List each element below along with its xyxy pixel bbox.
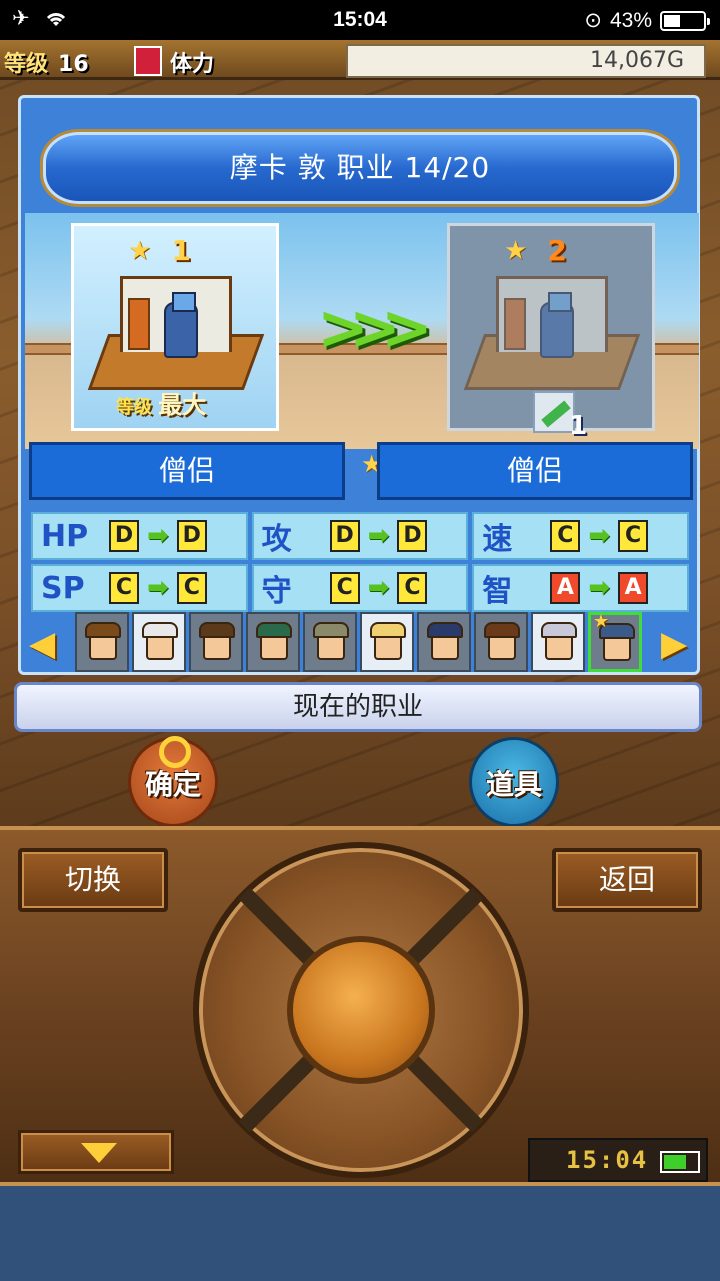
stat-cell: 攻 D ➡ D: [251, 512, 469, 560]
down-triangle-icon: [81, 1143, 117, 1163]
current-level-label: 等级 最大: [116, 391, 207, 419]
left-arrow-icon[interactable]: ◀: [29, 624, 55, 664]
stat-grade-to: C: [176, 572, 207, 604]
stat-label: HP: [41, 518, 89, 554]
stat-label: 速: [482, 522, 513, 557]
stat-cell: 守 C ➡ C: [251, 564, 469, 612]
portrait-hair: [313, 622, 349, 638]
right-arrow-icon: ➡: [147, 573, 169, 603]
next-rank: ★ 2: [504, 234, 567, 267]
character-selector: ◀ ★ ▶: [27, 611, 693, 674]
control-pad: 切换 返回 15:04: [0, 826, 720, 1186]
portrait-hair: [142, 622, 178, 638]
stat-label: 智: [482, 574, 513, 609]
current-job-name: 僧侣: [29, 442, 345, 500]
stat-cell: SP C ➡ C: [31, 564, 248, 612]
stat-label: 守: [261, 574, 292, 609]
battery-percent: 43%: [609, 8, 652, 32]
current-rank: ★ 1: [128, 234, 191, 267]
current-job-button[interactable]: 现在的职业: [14, 682, 702, 732]
right-arrow-icon: ➡: [588, 573, 611, 603]
character-portrait[interactable]: [246, 612, 300, 672]
bottom-area: [0, 1186, 720, 1281]
portrait-list: ★: [75, 611, 642, 672]
right-arrow-icon: ➡: [367, 521, 390, 551]
character-portrait[interactable]: [474, 612, 528, 672]
items-button[interactable]: 道具: [469, 737, 559, 826]
stat-cell: HP D ➡ D: [31, 512, 248, 560]
right-arrow-icon: ➡: [588, 521, 611, 551]
character-portrait[interactable]: [303, 612, 357, 672]
circle-icon: [159, 736, 191, 768]
pad-clock: 15:04: [528, 1138, 708, 1182]
stat-grade-to: C: [618, 520, 649, 552]
stat-grade-from: C: [550, 520, 581, 552]
character-portrait[interactable]: [531, 612, 585, 672]
character-portrait[interactable]: [360, 612, 414, 672]
hud-money: 14,067G: [346, 44, 706, 78]
stat-label: SP: [41, 570, 85, 606]
confirm-button[interactable]: 确定: [128, 736, 218, 826]
hud-hp-label: 体力: [170, 52, 215, 77]
portrait-hair: [541, 622, 577, 638]
direction-pad[interactable]: [193, 842, 529, 1178]
status-bar: ✈ 15:04 ⊙ 43%: [0, 0, 720, 40]
character-portrait[interactable]: [132, 612, 186, 672]
right-arrow-icon: ➡: [367, 573, 390, 603]
hud-level: 等级 16: [4, 52, 89, 77]
character-portrait[interactable]: [189, 612, 243, 672]
dialog-title-text: 摩卡 敦 职业 14/20: [229, 151, 491, 184]
star-icon: ★: [504, 235, 528, 266]
status-right: ⊙ 43%: [584, 8, 710, 33]
hud-bar: 等级 16 体力 14,067G: [0, 40, 720, 80]
stat-label: 攻: [261, 522, 292, 557]
stat-grade-to: D: [397, 520, 428, 552]
stat-grade-from: D: [329, 520, 360, 552]
dpad-center-button[interactable]: [287, 936, 435, 1084]
right-arrow-icon: ➡: [147, 521, 169, 551]
current-job-card: ★ 1 等级 最大: [71, 223, 279, 431]
dialog-title: 摩卡 敦 职业 14/20: [43, 132, 677, 204]
job-compare-panel: ★ 1 等级 最大 >>> ★ 2 1: [25, 213, 699, 449]
stat-grid: HP D ➡ D 攻 D ➡ D 速 C ➡ C SP C ➡ C 守 C ➡ C 智 A ➡ A: [31, 512, 689, 612]
portrait-hair: [256, 622, 292, 638]
portrait-hair: [85, 622, 121, 638]
pad-clock-time: 15:04: [566, 1146, 649, 1174]
rotation-lock-icon: ⊙: [584, 9, 602, 32]
room-illustration: [87, 276, 265, 392]
stat-grade-from: D: [109, 520, 139, 552]
character-portrait[interactable]: [417, 612, 471, 672]
stat-cell: 智 A ➡ A: [472, 564, 689, 612]
star-icon: ★: [593, 611, 610, 632]
portrait-hair: [199, 622, 235, 638]
switch-button[interactable]: 切换: [18, 848, 168, 912]
stat-grade-to: A: [618, 572, 649, 604]
stat-grade-to: C: [397, 572, 428, 604]
battery-icon: [660, 10, 710, 31]
hp-gauge-icon: [134, 46, 162, 76]
stat-grade-from: C: [109, 572, 139, 604]
menu-down-button[interactable]: [18, 1130, 174, 1174]
portrait-hair: [427, 622, 463, 638]
game-scene: 等级16 体力 14,067G 摩卡 敦 职业 14/20 ★ 1 等级 最大: [0, 40, 720, 826]
portrait-hair: [370, 622, 406, 638]
room-illustration: [463, 276, 641, 392]
next-job-name: 僧侣: [377, 442, 693, 500]
portrait-hair: [484, 622, 520, 638]
character-portrait[interactable]: [75, 612, 129, 672]
stat-grade-from: A: [550, 572, 581, 604]
right-arrow-icon[interactable]: ▶: [661, 624, 687, 664]
stat-grade-from: C: [329, 572, 360, 604]
character-portrait[interactable]: ★: [588, 611, 642, 672]
job-change-dialog: 摩卡 敦 职业 14/20 ★ 1 等级 最大 >>> ★ 2 1 僧侣 ★ 僧…: [18, 95, 700, 675]
stat-grade-to: D: [176, 520, 207, 552]
star-icon: ★: [128, 235, 152, 266]
back-button[interactable]: 返回: [552, 848, 702, 912]
stat-cell: 速 C ➡ C: [472, 512, 689, 560]
upgrade-arrows-icon: >>>: [317, 291, 433, 364]
item-count: 1: [569, 411, 588, 441]
pad-battery-icon: [660, 1151, 700, 1173]
